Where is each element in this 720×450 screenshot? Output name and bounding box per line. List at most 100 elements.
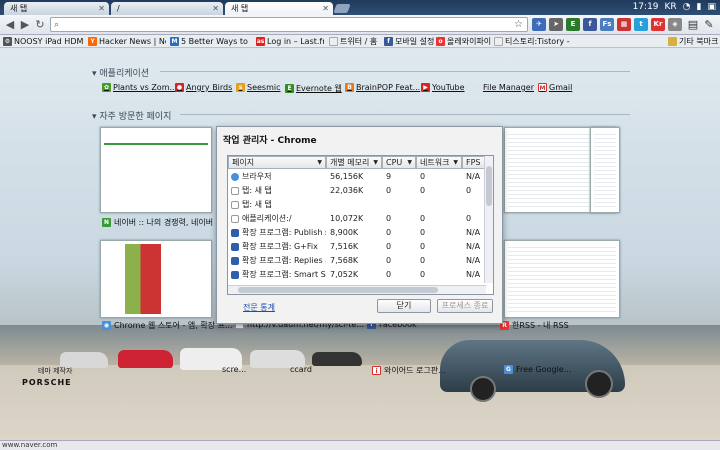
close-icon[interactable]: ✕ [322,2,329,15]
page-menu-icon[interactable]: ▤ [686,18,700,32]
sort-icon: ▼ [453,159,458,166]
bookmark-item[interactable]: 트위터 / 홈 [329,35,381,48]
bookmark-item[interactable]: 티스토리:Tistory - 6 [494,35,570,48]
folder-icon [668,37,677,46]
scroll-thumb[interactable] [238,287,438,293]
scroll-thumb[interactable] [486,166,492,206]
app-file-manager[interactable]: File Manager [483,83,534,92]
hackernews-icon: Y [88,37,97,46]
extension-twitter-icon[interactable]: t [634,18,648,31]
table-row[interactable]: 확장 프로그램: Smart Spe 7,052K 0 0 N/A [228,268,486,282]
thumbnail-rss[interactable] [504,240,620,318]
app-youtube[interactable]: ▶ YouTube [421,83,465,92]
facebook-icon: f [384,37,393,46]
app-seesmic[interactable]: s Seesmic [236,83,281,92]
app-gmail[interactable]: M Gmail [538,83,572,92]
close-button[interactable]: 닫기 [377,299,431,313]
column-header-page[interactable]: 페이지 ▼ [228,156,326,169]
car-wheel [585,370,613,398]
bookmark-item[interactable]: f 모바일 설정 [384,35,434,48]
tab-1[interactable]: 새 탭 ✕ [4,2,109,15]
page-icon [494,37,503,46]
chrome-icon: ◉ [102,321,111,330]
extension-bird-icon[interactable]: ✈ [532,18,546,31]
bookmark-item[interactable]: M5 Better Ways to Re [170,35,250,48]
apps-section-heading[interactable]: ▾ 애플리케이션 [92,66,149,79]
app-brainpop[interactable]: B BrainPOP Feat... [345,83,420,92]
vertical-scrollbar[interactable] [484,156,493,283]
tab-title: / [117,4,120,13]
thumbnail-page[interactable] [590,127,620,213]
bookmark-item[interactable]: ⚙ NOOSY iPad HDMI [3,35,83,48]
row-memory: 22,036K [330,186,364,195]
omnibox[interactable]: ⌕ ☆ [50,17,528,32]
user-icon[interactable]: ▣ [707,0,716,15]
column-header-network[interactable]: 네트워크 ▼ [416,156,462,169]
column-header-fps[interactable]: FPS [462,156,486,169]
row-page: 확장 프로그램: Smart Spe [242,270,326,279]
extension-red-icon[interactable]: ▦ [617,18,631,31]
partial-label[interactable]: scre... [222,365,246,374]
extension-fs-icon[interactable]: Fs [600,18,614,31]
close-icon[interactable]: ✕ [212,2,219,15]
stats-for-nerds-link[interactable]: 전문 통계 [243,302,275,313]
bookmark-item[interactable]: as Log in – Last.fm [256,35,324,48]
thumbnail-chrome-store[interactable] [100,240,212,318]
naver-icon: N [102,218,111,227]
thumbnail-naver[interactable] [100,127,212,213]
app-angry-birds[interactable]: ● Angry Birds [175,83,232,92]
table-row[interactable]: 탭: 새 탭 22,036K 0 0 0 [228,184,486,198]
reload-icon[interactable]: ↻ [33,18,47,32]
partial-label[interactable]: i 와이어드 로그판... [372,365,446,376]
table-row[interactable]: 탭: 새 탭 [228,198,486,212]
horizontal-scrollbar[interactable] [228,285,486,294]
wrench-icon[interactable]: ✎ [702,18,716,32]
column-header-memory[interactable]: 개별 메모리 ▼ [326,156,382,169]
partial-label[interactable]: G Free Google... [504,365,571,374]
language-indicator[interactable]: KR [665,0,677,15]
back-icon[interactable]: ◀ [3,18,17,32]
table-row[interactable]: 확장 프로그램: Publish syn: 8,900K 0 0 N/A [228,226,486,240]
row-network: 0 [420,186,426,195]
extension-grey-icon[interactable]: ◈ [668,18,682,31]
row-fps: N/A [466,228,481,237]
extension-arrow-icon[interactable]: ➤ [549,18,563,31]
theme-creator-text[interactable]: 테마 제작자 [38,366,72,376]
plant-icon: ✿ [102,83,111,92]
most-visited-heading[interactable]: ▾ 자주 방문한 페이지 [92,109,171,122]
star-icon[interactable]: ☆ [514,18,523,31]
wifi-icon[interactable]: ◔ [683,0,691,15]
new-tab-button[interactable] [333,4,351,13]
column-header-cpu[interactable]: CPU ▼ [382,156,416,169]
partial-label[interactable]: ccard [290,365,312,374]
close-icon[interactable]: ✕ [98,2,105,15]
search-icon: ⌕ [54,20,60,30]
extension-facebook-icon[interactable]: f [583,18,597,31]
row-page: 확장 프로그램: Replies and [242,256,326,265]
end-process-button[interactable]: 프로세스 종료 [437,299,493,313]
row-fps: N/A [466,242,481,251]
table-row[interactable]: 애플리케이션:/ 10,072K 0 0 0 [228,212,486,226]
thumbnail-label[interactable]: ◉ Chrome 웹 스토어 - 앱, 확장 프... [102,320,233,331]
row-page: 브라우저 [242,172,272,181]
bookmark-item[interactable]: YHacker News | New [88,35,166,48]
table-row[interactable]: 확장 프로그램: G+Fix 7,516K 0 0 N/A [228,240,486,254]
table-row[interactable]: 확장 프로그램: Replies and 7,568K 0 0 N/A [228,254,486,268]
row-network: 0 [420,242,426,251]
app-plants-vs-zombies[interactable]: ✿ Plants vs Zom... [102,83,177,92]
table-row[interactable]: 브라우저 56,156K 9 0 N/A [228,170,486,184]
app-evernote[interactable]: E Evernote 웹 [285,83,342,94]
extension-kr-icon[interactable]: Kr [651,18,665,31]
apps-heading-text: 애플리케이션 [99,69,150,79]
bookmark-item[interactable]: o 올레와이파이 [436,35,491,48]
other-bookmarks[interactable]: 기타 북마크 [668,35,718,48]
battery-icon[interactable]: ▮ [697,0,702,15]
column-header-text: 네트워크 [420,158,450,167]
extension-evernote-icon[interactable]: E [566,18,580,31]
most-visited-heading-text: 자주 방문한 페이지 [99,112,172,122]
tab-3-active[interactable]: 새 탭 ✕ [225,2,333,15]
tab-2[interactable]: / ✕ [111,2,223,15]
thumbnail-label[interactable]: N 네이버 :: 나의 경쟁력, 네이버 [102,217,213,228]
thumbnail-label[interactable]: R 한RSS - 내 RSS [500,320,569,331]
forward-icon[interactable]: ▶ [18,18,32,32]
